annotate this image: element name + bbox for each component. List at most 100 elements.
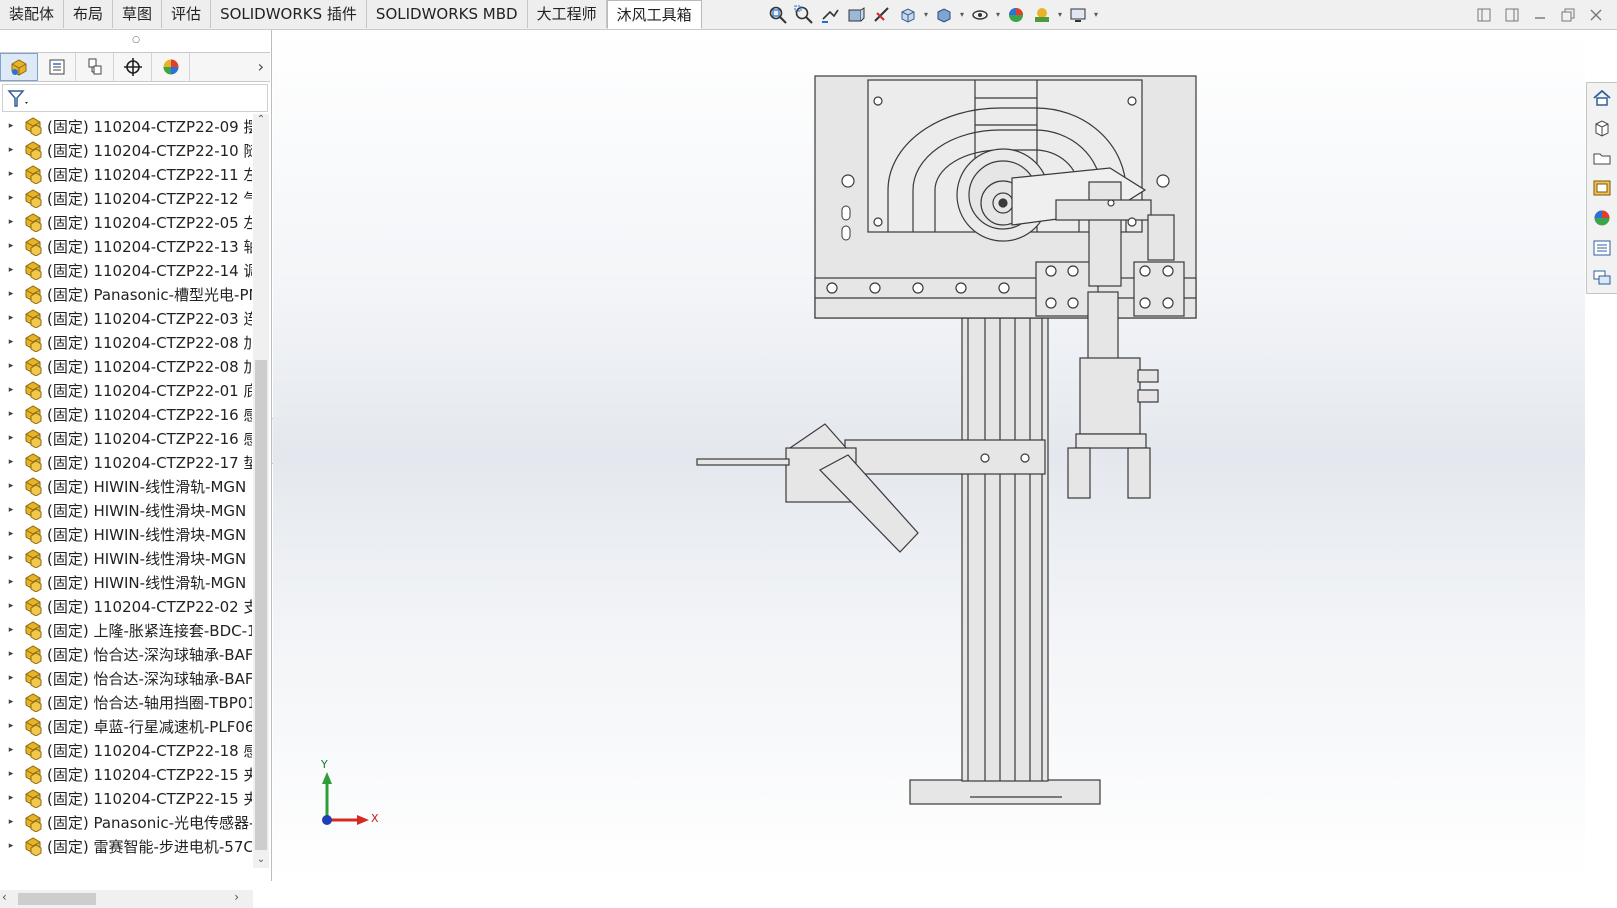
tree-item-component[interactable]: ▸ (固定) Panasonic-光电传感器- — [0, 810, 253, 834]
hide-show-dropdown[interactable]: ▾ — [994, 4, 1002, 26]
section-view-icon[interactable] — [844, 4, 868, 26]
tree-vertical-scrollbar[interactable]: ⌃ ⌄ — [253, 114, 269, 868]
zoom-to-fit-icon[interactable] — [766, 4, 790, 26]
dimxpert-tab[interactable] — [114, 53, 152, 81]
edit-appearance-icon[interactable] — [1004, 4, 1028, 26]
view-palette-icon[interactable] — [1587, 173, 1617, 203]
tree-item-component[interactable]: ▸ (固定) 卓蓝-行星减速机-PLF06 — [0, 714, 253, 738]
expand-arrow-icon[interactable]: ▸ — [0, 145, 22, 155]
apply-scene-icon[interactable] — [1030, 4, 1054, 26]
expand-arrow-icon[interactable]: ▸ — [0, 673, 22, 683]
command-tab[interactable]: SOLIDWORKS 插件 — [211, 0, 367, 28]
expand-arrow-icon[interactable]: ▸ — [0, 625, 22, 635]
expand-arrow-icon[interactable]: ▸ — [0, 697, 22, 707]
expand-arrow-icon[interactable]: ▸ — [0, 553, 22, 563]
command-tab[interactable]: 布局 — [64, 0, 114, 28]
scrollbar-thumb[interactable] — [18, 893, 96, 905]
command-tab[interactable]: 大工程师 — [527, 0, 607, 28]
display-manager-tab[interactable] — [152, 53, 190, 81]
tree-item-component[interactable]: ▸ (固定) 110204-CTZP22-17 垫 — [0, 450, 253, 474]
display-style-icon[interactable] — [932, 4, 956, 26]
tree-item-component[interactable]: ▸ (固定) 怡合达-深沟球轴承-BAF — [0, 642, 253, 666]
previous-view-icon[interactable] — [818, 4, 842, 26]
expand-arrow-icon[interactable]: ▸ — [0, 361, 22, 371]
tree-item-component[interactable]: ▸ (固定) 雷赛智能-步进电机-57C — [0, 834, 253, 858]
tree-item-component[interactable]: ▸ (固定) 怡合达-深沟球轴承-BAF — [0, 666, 253, 690]
expand-arrow-icon[interactable]: ▸ — [0, 313, 22, 323]
display-style-dropdown[interactable]: ▾ — [958, 4, 966, 26]
tree-horizontal-scrollbar[interactable]: ‹ › — [0, 890, 253, 908]
tree-item-component[interactable]: ▸ (固定) 110204-CTZP22-03 连 — [0, 306, 253, 330]
apply-scene-dropdown[interactable]: ▾ — [1056, 4, 1064, 26]
tree-item-component[interactable]: ▸ (固定) 110204-CTZP22-08 加 — [0, 330, 253, 354]
scroll-left-arrow-icon[interactable]: ‹ — [2, 890, 7, 904]
tree-item-component[interactable]: ▸ (固定) 110204-CTZP22-18 感 — [0, 738, 253, 762]
scroll-up-arrow-icon[interactable]: ⌃ — [253, 114, 269, 128]
tree-item-component[interactable]: ▸ (固定) HIWIN-线性滑块-MGN — [0, 522, 253, 546]
configurationmanager-tab[interactable] — [76, 53, 114, 81]
graphics-viewport[interactable]: Y X — [273, 30, 1585, 881]
expand-arrow-icon[interactable]: ▸ — [0, 817, 22, 827]
scroll-right-arrow-icon[interactable]: › — [234, 890, 239, 904]
tree-item-component[interactable]: ▸ (固定) 110204-CTZP22-16 感 — [0, 402, 253, 426]
more-tabs-chevron-icon[interactable]: › — [258, 57, 264, 76]
view-settings-icon[interactable] — [1066, 4, 1090, 26]
expand-arrow-icon[interactable]: ▸ — [0, 649, 22, 659]
expand-arrow-icon[interactable]: ▸ — [0, 721, 22, 731]
tree-item-component[interactable]: ▸ (固定) 110204-CTZP22-01 底 — [0, 378, 253, 402]
expand-arrow-icon[interactable]: ▸ — [0, 289, 22, 299]
view-settings-dropdown[interactable]: ▾ — [1092, 4, 1100, 26]
tile-right-icon[interactable] — [1503, 6, 1521, 24]
command-tab[interactable]: 装配体 — [0, 0, 65, 28]
featuremanager-tab[interactable] — [0, 53, 38, 81]
expand-arrow-icon[interactable]: ▸ — [0, 337, 22, 347]
command-tab[interactable]: 草图 — [113, 0, 163, 28]
filter-icon[interactable] — [7, 89, 31, 113]
tree-item-component[interactable]: ▸ (固定) 110204-CTZP22-11 左 — [0, 162, 253, 186]
expand-arrow-icon[interactable]: ▸ — [0, 577, 22, 587]
expand-arrow-icon[interactable]: ▸ — [0, 121, 22, 131]
tree-item-component[interactable]: ▸ (固定) 110204-CTZP22-08 加 — [0, 354, 253, 378]
tree-item-component[interactable]: ▸ (固定) 110204-CTZP22-12 气 — [0, 186, 253, 210]
expand-arrow-icon[interactable]: ▸ — [0, 601, 22, 611]
minimize-icon[interactable] — [1531, 6, 1549, 24]
scrollbar-thumb[interactable] — [255, 360, 267, 850]
propertymanager-tab[interactable] — [38, 53, 76, 81]
design-library-icon[interactable] — [1587, 113, 1617, 143]
expand-arrow-icon[interactable]: ▸ — [0, 193, 22, 203]
dynamic-annotation-icon[interactable] — [870, 4, 894, 26]
tree-item-component[interactable]: ▸ (固定) 110204-CTZP22-16 感 — [0, 426, 253, 450]
expand-arrow-icon[interactable]: ▸ — [0, 793, 22, 803]
assembly-model-front-view[interactable] — [273, 30, 1585, 881]
tree-item-component[interactable]: ▸ (固定) 110204-CTZP22-15 夹 — [0, 786, 253, 810]
home-icon[interactable] — [1587, 83, 1617, 113]
view-orientation-icon[interactable] — [896, 4, 920, 26]
expand-arrow-icon[interactable]: ▸ — [0, 217, 22, 227]
zoom-to-area-icon[interactable] — [792, 4, 816, 26]
expand-arrow-icon[interactable]: ▸ — [0, 265, 22, 275]
restore-icon[interactable] — [1559, 6, 1577, 24]
scroll-down-arrow-icon[interactable]: ⌄ — [253, 854, 269, 868]
view-orientation-dropdown[interactable]: ▾ — [922, 4, 930, 26]
expand-arrow-icon[interactable]: ▸ — [0, 745, 22, 755]
tree-item-component[interactable]: ▸ (固定) 110204-CTZP22-02 支 — [0, 594, 253, 618]
expand-arrow-icon[interactable]: ▸ — [0, 529, 22, 539]
tree-item-component[interactable]: ▸ (固定) 110204-CTZP22-09 摆 — [0, 114, 253, 138]
expand-arrow-icon[interactable]: ▸ — [0, 769, 22, 779]
tree-item-component[interactable]: ▸ (固定) HIWIN-线性滑轨-MGN — [0, 474, 253, 498]
tile-left-icon[interactable] — [1475, 6, 1493, 24]
hide-show-items-icon[interactable] — [968, 4, 992, 26]
tree-item-component[interactable]: ▸ (固定) 110204-CTZP22-05 左 — [0, 210, 253, 234]
expand-arrow-icon[interactable]: ▸ — [0, 481, 22, 491]
custom-properties-icon[interactable] — [1587, 233, 1617, 263]
command-tab[interactable]: 沐风工具箱 — [606, 0, 702, 29]
expand-arrow-icon[interactable]: ▸ — [0, 841, 22, 851]
tree-item-component[interactable]: ▸ (固定) 110204-CTZP22-14 调 — [0, 258, 253, 282]
tree-item-component[interactable]: ▸ (固定) 怡合达-轴用挡圈-TBP01 — [0, 690, 253, 714]
expand-arrow-icon[interactable]: ▸ — [0, 457, 22, 467]
tree-item-component[interactable]: ▸ (固定) Panasonic-槽型光电-PM — [0, 282, 253, 306]
tree-item-component[interactable]: ▸ (固定) 110204-CTZP22-15 夹 — [0, 762, 253, 786]
expand-arrow-icon[interactable]: ▸ — [0, 241, 22, 251]
file-explorer-icon[interactable] — [1587, 143, 1617, 173]
tree-item-component[interactable]: ▸ (固定) 上隆-胀紧连接套-BDC-1 — [0, 618, 253, 642]
